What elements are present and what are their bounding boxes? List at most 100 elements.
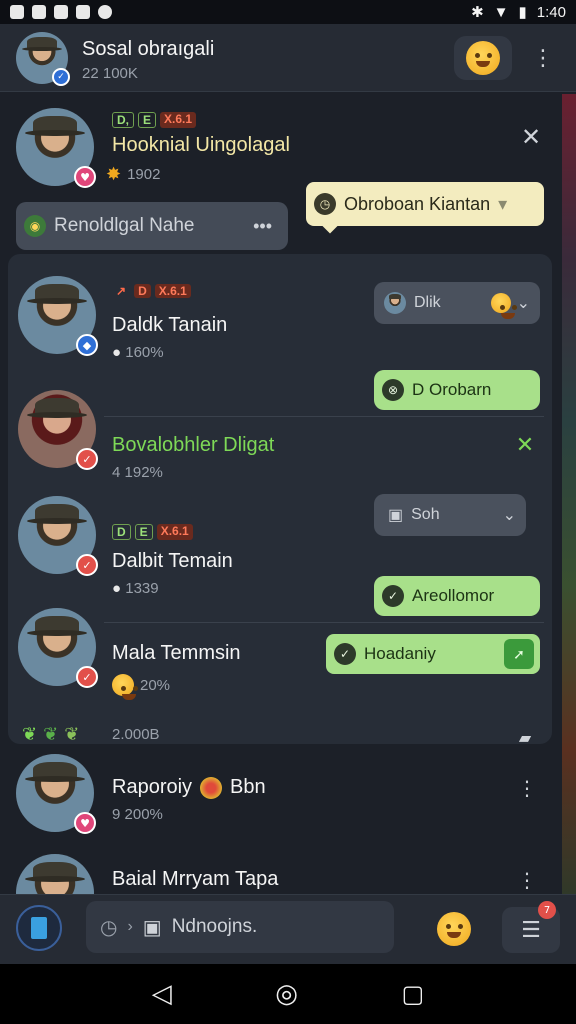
clock: 1:40	[536, 3, 566, 21]
bag-icon[interactable]: ▰	[514, 726, 536, 748]
notification-icon	[54, 5, 68, 19]
input-placeholder: Ndnoojns.	[171, 916, 258, 937]
contacts-card: ◆ ↗ D X.6.1 Daldk Tanain ● 160% Dlik ⌄ ⊗…	[8, 254, 552, 747]
divider	[104, 622, 544, 623]
globe-icon: ◉	[24, 215, 46, 237]
more-options-icon[interactable]: ⋮	[528, 40, 558, 76]
link-icon: ⊗	[382, 379, 404, 401]
check-icon: ✓	[334, 643, 356, 665]
contact-action-button[interactable]: ✓ Areollomor	[374, 576, 540, 616]
bluetooth-icon: ✱	[471, 4, 484, 21]
featured-bubble[interactable]: ◷ Obroboan Kiantan ▾	[306, 182, 544, 234]
top-bar: ✓ Sosal obraıgali 22 100K ⋮	[0, 24, 576, 92]
status-bar: ✱ ▼ ▮ 1:40	[0, 0, 576, 24]
contact-tags: ↗ D X.6.1	[112, 284, 191, 298]
contact-name: Baial Mrryam Tapa	[112, 868, 279, 890]
notification-icons	[10, 5, 112, 19]
document-icon	[31, 917, 47, 939]
contact-avatar[interactable]: ✓	[18, 390, 98, 470]
back-icon[interactable]: ◁	[152, 979, 172, 1009]
contact-name: Dalbit Temain	[112, 550, 233, 572]
contact-avatar[interactable]: ✓	[18, 496, 98, 576]
background-strip	[562, 94, 576, 914]
clock-icon: ◷	[314, 193, 336, 215]
card-count: 2.000B	[112, 726, 160, 743]
header-subtitle: 22 100K	[82, 65, 138, 82]
compose-button[interactable]	[16, 905, 62, 951]
notification-icon	[76, 5, 90, 19]
notification-badge: 7	[538, 901, 556, 919]
contact-bubble[interactable]: Dlik ⌄	[374, 282, 540, 324]
system-nav-bar: ◁ ◎ ▢	[0, 964, 576, 1024]
contact-action-button[interactable]: ✓ Hoadaniy ➚	[326, 634, 540, 674]
clock-icon[interactable]: ◷	[100, 915, 117, 940]
emoji-icon	[112, 674, 136, 700]
contact-tags: D E X.6.1	[112, 524, 193, 540]
emoji-button[interactable]	[434, 909, 474, 949]
drop-icon: ●	[112, 344, 122, 361]
emoji-icon	[437, 912, 471, 946]
chevron-down-icon: ⌄	[516, 295, 530, 312]
message-input[interactable]: ◷ › ▣ Ndnoojns.	[86, 901, 394, 953]
contact-name: Raporoiy Bbn	[112, 776, 266, 799]
contact-bubble[interactable]: ▣ Soh ⌄	[374, 494, 526, 536]
header-title: Sosal obraıgali	[82, 38, 215, 60]
leaf-icon: ❦	[22, 724, 38, 745]
close-icon[interactable]: ✕	[512, 432, 538, 458]
emoji-button[interactable]	[454, 36, 512, 80]
candy-icon	[200, 776, 223, 799]
wifi-icon: ▼	[493, 3, 509, 21]
notification-icon	[32, 5, 46, 19]
contact-name: Mala Temmsin	[112, 642, 241, 664]
contact-stat: 20%	[112, 674, 170, 700]
recents-icon[interactable]: ▢	[402, 980, 425, 1008]
contact-stat: ● 1339	[112, 580, 159, 597]
sparkle-icon: ✸	[106, 164, 122, 184]
heart-badge-icon: ♥	[74, 812, 96, 834]
list-icon: ☰	[521, 917, 541, 943]
home-icon[interactable]: ◎	[275, 979, 298, 1009]
chevron-right-icon: ›	[127, 918, 133, 935]
contact-name: Bovalobhler Dligat	[112, 434, 275, 456]
drop-icon: ●	[112, 580, 122, 597]
contact-action-button[interactable]: ⊗ D Orobarn	[374, 370, 540, 410]
chevron-down-icon: ⌄	[502, 507, 516, 524]
notification-icon	[98, 5, 112, 19]
mini-avatar	[384, 292, 406, 314]
contact-stat: 4 192%	[112, 464, 163, 481]
pin-icon: ↗	[116, 284, 127, 298]
check-badge-icon: ✓	[76, 448, 98, 470]
check-badge-icon: ✓	[76, 666, 98, 688]
contact-avatar[interactable]: ✓	[18, 608, 98, 688]
divider	[104, 416, 544, 417]
featured-avatar[interactable]: ♥	[16, 108, 96, 188]
leaf-icon: ❦	[64, 724, 80, 745]
bottom-bar: ◷ › ▣ Ndnoojns. ☰ 7	[0, 894, 576, 964]
check-icon: ✓	[382, 585, 404, 607]
camera-icon: ▣	[388, 507, 404, 524]
ellipsis-icon: •••	[253, 215, 272, 236]
contact-name: Daldk Tanain	[112, 314, 228, 336]
menu-button[interactable]: ☰ 7	[502, 901, 560, 953]
featured-tags: D, E X.6.1	[112, 112, 197, 128]
check-badge-icon: ✓	[76, 554, 98, 576]
camera-icon[interactable]: ▣	[143, 915, 162, 940]
featured-name: Hooknial Uingolagal	[112, 134, 290, 156]
more-options-icon[interactable]: ⋮	[516, 774, 538, 802]
contact-avatar[interactable]: ♥	[16, 754, 96, 834]
reaction-icons: ❦ ❦ ❦	[22, 724, 79, 745]
emoji-icon	[490, 293, 515, 319]
avatar[interactable]: ✓	[16, 32, 70, 86]
send-icon[interactable]: ➚	[504, 639, 534, 669]
more-options-icon[interactable]: ⋮	[516, 866, 538, 894]
featured-dropdown[interactable]: ◉ Renoldlgal Nahe •••	[16, 202, 288, 250]
heart-badge-icon: ♥	[74, 166, 96, 188]
leaf-icon: ❦	[43, 724, 59, 745]
featured-stat: ✸ 1902	[106, 164, 161, 184]
app: ✓ Sosal obraıgali 22 100K ⋮ ♥ D, E X.6.1…	[0, 24, 576, 964]
shield-badge-icon: ◆	[76, 334, 98, 356]
contact-stat: 9 200%	[112, 806, 163, 823]
close-icon[interactable]: ✕	[516, 122, 546, 152]
contact-avatar[interactable]: ◆	[18, 276, 98, 356]
bubble-tail	[321, 216, 339, 234]
